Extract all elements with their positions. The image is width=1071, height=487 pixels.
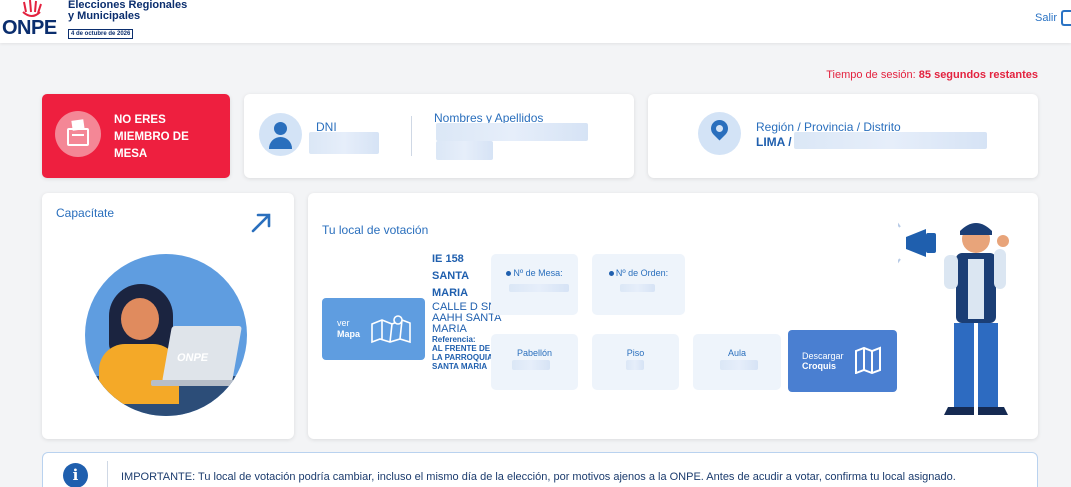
location-value-redacted	[794, 132, 987, 149]
map-button-line1: ver	[337, 318, 350, 328]
names-value-redacted	[436, 123, 588, 141]
logout-button[interactable]: Salir	[1035, 10, 1071, 26]
dni-value-redacted	[309, 132, 379, 154]
croquis-line1: Descargar	[802, 351, 844, 361]
session-label: Tiempo de sesión:	[826, 69, 916, 81]
member-status-message: NO ERES MIEMBRO DE MESA	[114, 114, 189, 160]
voting-location-card: Tu local de votación ver Mapa IE 158 SAN…	[308, 193, 1038, 439]
location-pin-icon	[698, 112, 741, 155]
mesa-label: Nº de Mesa:	[513, 268, 563, 278]
location-value: LIMA /	[756, 135, 792, 149]
pabellon-label: Pabellón	[516, 348, 553, 358]
session-timer: Tiempo de sesión: 85 segundos restantes	[826, 69, 1038, 81]
piso-value-redacted	[626, 360, 644, 370]
training-illustration: ONPE	[85, 254, 247, 416]
voting-title: Tu local de votación	[322, 223, 429, 237]
logout-icon	[1061, 10, 1071, 26]
download-croquis-button[interactable]: Descargar Croquis	[788, 330, 897, 392]
member-status-card: NO ERES MIEMBRO DE MESA	[42, 94, 230, 178]
pabellon-tile: Pabellón	[491, 334, 578, 390]
external-arrow-icon[interactable]	[250, 212, 272, 234]
orden-tile: Nº de Orden:	[592, 254, 685, 315]
training-card[interactable]: Capacítate ONPE	[42, 193, 294, 439]
map-button-line2: Mapa	[337, 329, 361, 339]
names-value-redacted-2	[436, 141, 493, 160]
piso-tile: Piso	[592, 334, 679, 390]
bullet-icon	[506, 271, 512, 277]
ballot-box-icon	[55, 111, 101, 157]
orden-value-redacted	[620, 284, 655, 292]
mesa-tile: Nº de Mesa:	[491, 254, 578, 315]
user-avatar-icon	[259, 113, 302, 156]
info-icon: i	[63, 463, 88, 487]
pabellon-value-redacted	[512, 360, 550, 370]
brand-line-2: y Municipales	[68, 10, 141, 22]
logo-text: ONPE	[2, 17, 57, 39]
divider	[107, 461, 108, 487]
logout-label: Salir	[1034, 12, 1057, 24]
identity-card: DNI Nombres y Apellidos	[244, 94, 634, 178]
aula-label: Aula	[727, 348, 746, 358]
aula-tile: Aula	[693, 334, 781, 390]
session-remaining: 85 segundos restantes	[918, 69, 1038, 81]
onpe-logo[interactable]: ONPE	[2, 0, 62, 40]
mesa-value-redacted	[509, 284, 569, 292]
electoral-officer-illustration	[898, 222, 1009, 415]
piso-label: Piso	[626, 348, 645, 358]
location-card: Región / Provincia / Distrito LIMA /	[648, 94, 1038, 178]
election-brand: Elecciones Regionales y Municipales 4 de…	[68, 0, 187, 40]
croquis-line2: Croquis	[802, 361, 837, 371]
orden-label: Nº de Orden:	[615, 268, 669, 278]
map-icon	[371, 315, 411, 344]
divider	[411, 116, 412, 156]
notice-text: IMPORTANTE: Tu local de votación podría …	[121, 471, 956, 483]
top-bar: ONPE Elecciones Regionales y Municipales…	[0, 0, 1071, 43]
brand-date: 4 de octubre de 2026	[68, 29, 134, 39]
important-notice: i IMPORTANTE: Tu local de votación podrí…	[42, 452, 1038, 487]
bullet-icon	[608, 271, 614, 277]
laptop-brand: ONPE	[175, 352, 210, 364]
map-icon	[855, 346, 881, 374]
aula-value-redacted	[720, 360, 758, 370]
view-map-button[interactable]: ver Mapa	[322, 298, 425, 360]
training-title: Capacítate	[56, 206, 115, 220]
